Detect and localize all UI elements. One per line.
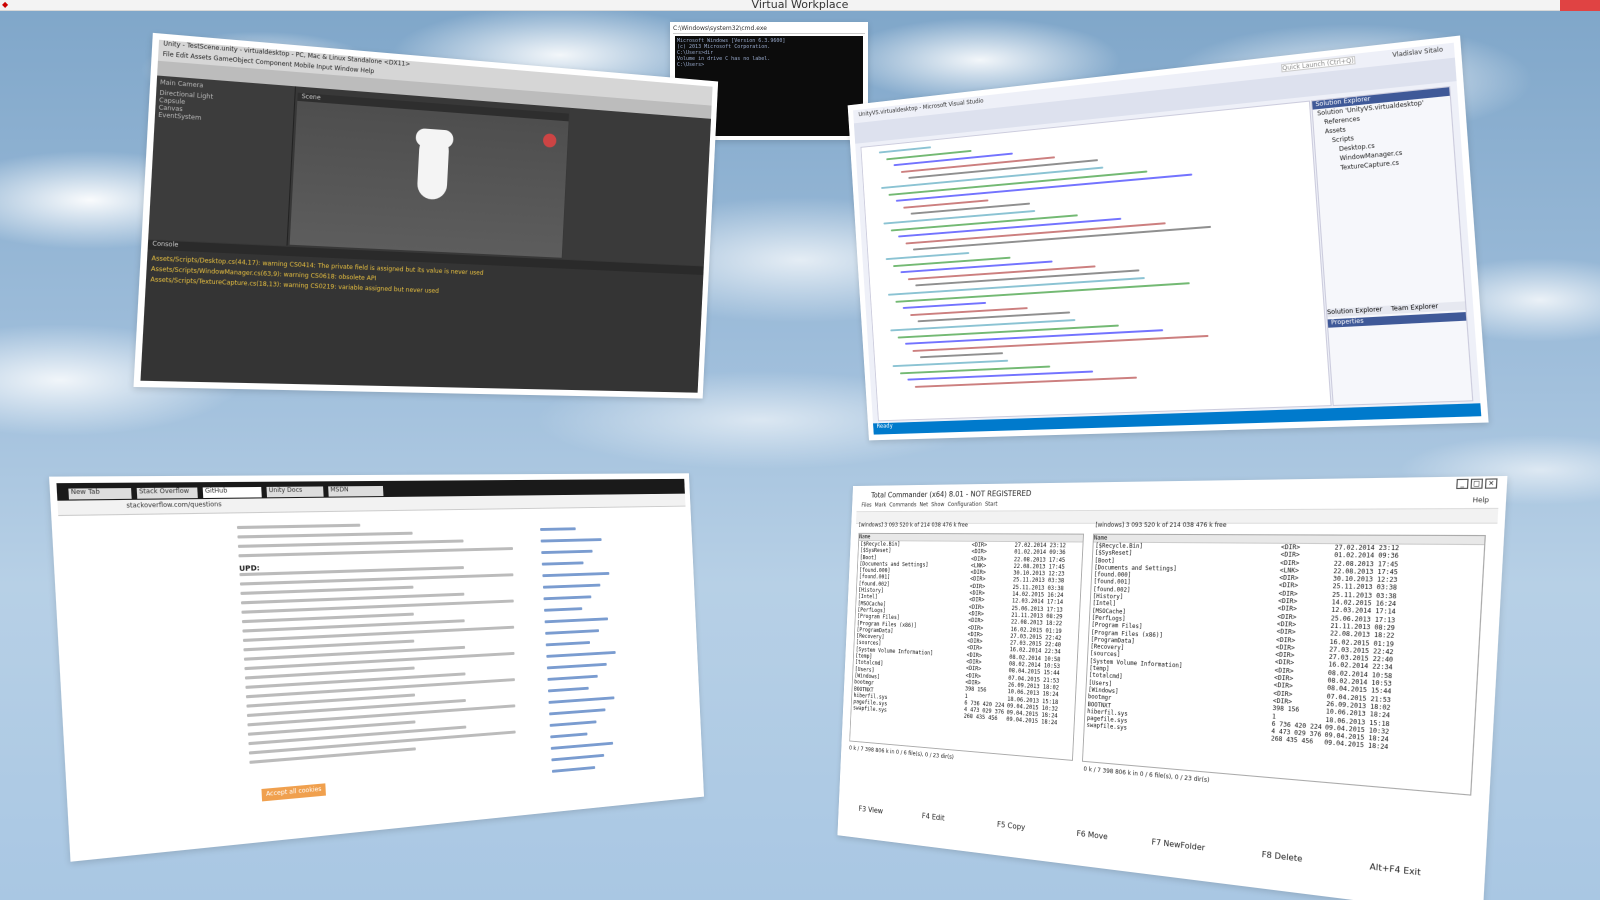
visual-studio-window[interactable]: UnityVS.virtualdesktop - Microsoft Visua… [847,35,1489,441]
sidebar-link[interactable] [550,732,588,739]
left-drive-info: [windows] 3 093 520 k of 214 038 476 k f… [858,521,969,529]
code-line [902,302,987,310]
browser-tab[interactable]: New Tab [68,488,132,500]
unity-editor-window[interactable]: Unity - TestScene.unity - virtualdesktop… [133,32,719,399]
cmd-line: C:\Users> [677,62,705,68]
tab-solution-explorer[interactable]: Solution Explorer [1327,306,1383,316]
virtual-sky-background: ◆ Virtual Workplace C:\Windows\system32\… [0,0,1600,900]
code-line [878,146,932,154]
sidebar-link[interactable] [542,571,610,578]
tc-menu-show[interactable]: Show [931,501,945,508]
scene-gizmo-icon[interactable] [542,133,557,148]
f7-newfolder-button[interactable]: F7 NewFolder [1151,837,1205,852]
sidebar-link[interactable] [548,696,615,704]
text-line [237,531,413,539]
sidebar-link[interactable] [545,629,600,635]
code-line [883,209,1036,225]
alt-f4-exit-button[interactable]: Alt+F4 Exit [1369,862,1421,878]
text-line [237,539,464,548]
unity-console-panel[interactable]: Console Assets/Scripts/Desktop.cs(44,17)… [140,240,704,393]
app-title-bar: ◆ Virtual Workplace [0,0,1600,11]
sidebar-link[interactable] [541,549,593,555]
f8-delete-button[interactable]: F8 Delete [1261,850,1302,864]
browser-window[interactable]: New Tab Stack Overflow GitHub Unity Docs… [49,473,705,862]
unity-scene-view[interactable]: Scene [289,92,569,258]
sidebar-link[interactable] [546,650,616,658]
sidebar-link[interactable] [542,583,601,589]
browser-tab[interactable]: Stack Overflow [136,487,198,499]
capsule-object-body[interactable] [416,134,450,201]
text-line [236,523,361,530]
vs-code-editor[interactable] [860,100,1332,422]
browser-tab[interactable]: Unity Docs [266,486,324,498]
tc-menu-commands[interactable]: Commands [889,502,916,509]
tc-menu-start[interactable]: Start [985,501,998,508]
text-line [240,585,414,596]
file-size: 268 435 456 [1270,735,1314,747]
f6-move-button[interactable]: F6 Move [1076,829,1108,841]
file-name: swapfile.sys [852,705,887,715]
cmd-title: C:\Windows\system32\cmd.exe [673,25,865,34]
col-name[interactable]: Name [1094,535,1108,542]
total-commander-window[interactable]: Total Commander (x64) 8.01 - NOT REGISTE… [837,475,1508,900]
text-line [241,612,414,624]
text-line [239,566,464,577]
code-line [905,329,1164,345]
f5-copy-button[interactable]: F5 Copy [997,820,1026,832]
tc-menu-files[interactable]: Files [861,502,872,508]
sidebar-link[interactable] [540,538,602,543]
right-drive-info: [windows] 3 093 520 k of 214 038 476 k f… [1095,521,1227,529]
sidebar-link[interactable] [545,641,591,647]
text-line [238,547,514,558]
tc-menu-net[interactable]: Net [919,502,928,509]
sidebar-link[interactable] [547,686,589,693]
tc-menu-mark[interactable]: Mark [874,502,886,508]
sidebar-link[interactable] [543,595,592,601]
text-line [239,573,514,586]
accept-cookies-button[interactable]: Accept all cookies [261,783,326,802]
sidebar-link[interactable] [544,617,609,624]
vs-status-text: Ready [876,422,893,430]
code-line [885,252,970,261]
close-button[interactable] [1560,0,1600,11]
browser-tab-active[interactable]: GitHub [202,486,262,499]
sidebar-link[interactable] [549,720,597,727]
tc-menu-configuration[interactable]: Configuration [947,501,981,508]
browser-page[interactable]: UPD: Accept all cookies [58,506,699,855]
browser-tab[interactable]: MSDN [328,485,384,497]
sidebar-link[interactable] [550,741,614,750]
code-line [919,352,1004,359]
sidebar-link[interactable] [544,607,583,612]
f4-edit-button[interactable]: F4 Edit [922,812,945,823]
tab-team-explorer[interactable]: Team Explorer [1391,303,1439,313]
url-text[interactable]: stackoverflow.com/questions [126,501,222,510]
file-name: swapfile.sys [1086,722,1128,733]
f3-view-button[interactable]: F3 View [858,805,883,816]
file-size: 268 435 456 [963,713,998,723]
sidebar-link[interactable] [549,708,606,716]
unity-inspector-panel[interactable] [562,107,712,266]
solution-explorer-panel[interactable]: Solution Explorer Solution 'UnityVS.virt… [1310,86,1474,407]
left-file-pane[interactable]: Name [$Recycle.Bin] <DIR> 27.02.2014 23:12… [849,532,1084,761]
minimize-button[interactable]: _ [1456,478,1469,490]
code-line [895,173,1193,202]
sidebar-link[interactable] [551,753,605,762]
app-title: Virtual Workplace [751,0,849,11]
file-size: <DIR> [1280,543,1301,552]
close-button[interactable]: × [1484,478,1498,489]
sidebar-link[interactable] [551,766,596,773]
col-name[interactable]: Name [859,534,870,540]
sidebar-link[interactable] [547,674,598,681]
sidebar-link[interactable] [540,527,576,531]
code-line [892,359,1009,368]
tc-menu-help[interactable]: Help [1472,497,1489,505]
function-key-bar[interactable]: F3 View F4 Edit F5 Copy F6 Move F7 NewFo… [842,773,1479,900]
unity-hierarchy-panel[interactable]: Main Camera Directional Light Capsule Ca… [148,75,296,246]
code-line [912,334,1209,352]
sidebar-link[interactable] [546,662,607,670]
right-file-pane[interactable]: Name [$Recycle.Bin] <DIR> 27.02.2014 23:12… [1081,533,1486,796]
code-line [907,265,1096,281]
sidebar-link[interactable] [541,561,584,566]
maximize-button[interactable]: □ [1470,478,1484,489]
